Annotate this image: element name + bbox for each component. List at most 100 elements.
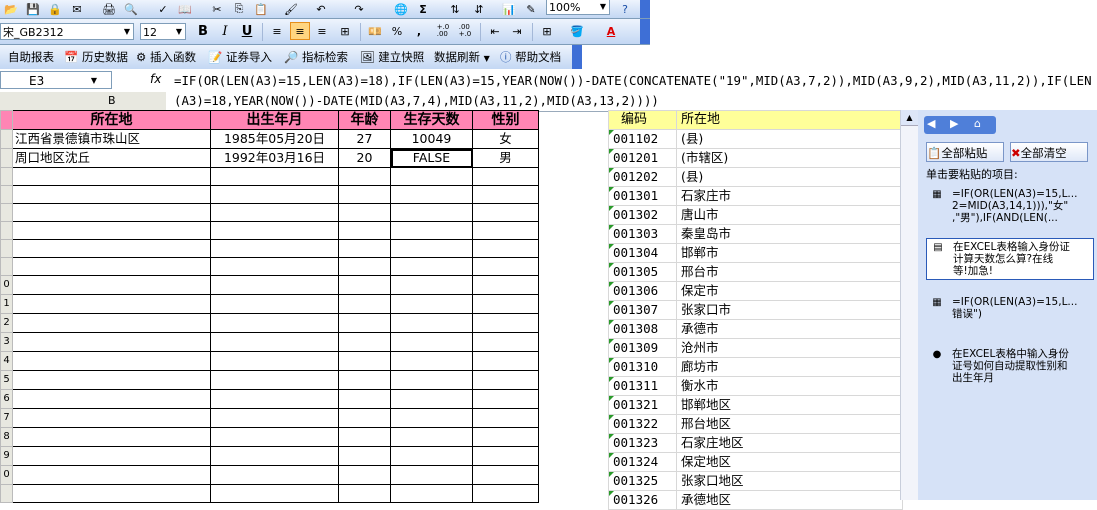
table-cell[interactable]: 001324 — [608, 452, 677, 472]
table-cell[interactable] — [390, 203, 473, 222]
row-header[interactable]: 7 — [0, 408, 13, 428]
home-icon[interactable]: ⌂ — [974, 117, 981, 130]
clear-all-button[interactable]: ✖全部清空 — [1010, 142, 1088, 162]
toolbar-button-data-refresh[interactable]: 数据刷新 ▼ — [434, 48, 490, 66]
table-cell[interactable] — [210, 465, 339, 485]
currency-icon[interactable]: 💴 — [366, 23, 384, 39]
table-cell[interactable]: 001301 — [608, 186, 677, 206]
table-cell[interactable] — [210, 446, 339, 466]
toolbar-options-icon[interactable] — [640, 19, 650, 44]
table-cell[interactable] — [472, 294, 539, 314]
drawing-icon[interactable]: ✎ — [522, 1, 540, 17]
table-cell[interactable]: (市辖区) — [676, 148, 903, 168]
table-cell[interactable] — [338, 257, 391, 276]
name-box[interactable]: E3 ▼ — [0, 71, 112, 89]
row-header[interactable] — [0, 257, 13, 276]
table-cell[interactable] — [390, 294, 473, 314]
table-cell[interactable] — [390, 257, 473, 276]
vertical-scrollbar[interactable]: ▲ — [900, 110, 918, 500]
toolbar-button-history-data[interactable]: 📅 历史数据 — [64, 48, 128, 66]
table-cell[interactable] — [390, 239, 473, 258]
table-cell[interactable]: 1985年05月20日 — [210, 129, 339, 149]
row-header[interactable]: 0 — [0, 465, 13, 485]
font-name-select[interactable]: 宋_GB2312 ▼ — [0, 23, 134, 40]
table-cell[interactable] — [12, 370, 211, 390]
table-cell[interactable]: 001304 — [608, 243, 677, 263]
font-color-button[interactable]: A — [602, 23, 620, 39]
table-cell[interactable] — [12, 257, 211, 276]
print-preview-icon[interactable]: 🔍 — [122, 1, 140, 17]
increase-indent-icon[interactable]: ⇥ — [508, 23, 526, 39]
toolbar-options-icon[interactable] — [572, 45, 582, 69]
row-header[interactable]: 8 — [0, 427, 13, 447]
table-cell[interactable] — [210, 203, 339, 222]
toolbar-button-self-report[interactable]: 自助报表 — [8, 48, 54, 66]
chevron-down-icon[interactable]: ▼ — [121, 24, 133, 39]
table-cell[interactable] — [390, 275, 473, 295]
table-cell[interactable] — [12, 239, 211, 258]
table-cell[interactable] — [12, 275, 211, 295]
table-cell[interactable] — [210, 370, 339, 390]
decrease-indent-icon[interactable]: ⇤ — [486, 23, 504, 39]
table-cell[interactable]: 廊坊市 — [676, 357, 903, 377]
zoom-select[interactable]: 100% ▼ — [546, 0, 610, 15]
cut-icon[interactable]: ✂ — [208, 1, 226, 17]
decrease-decimal-button[interactable]: .00 +.0 — [456, 23, 474, 39]
row-header[interactable]: 6 — [0, 389, 13, 409]
table-cell[interactable]: 001102 — [608, 129, 677, 149]
table-cell[interactable]: 沧州市 — [676, 338, 903, 358]
table-cell[interactable]: 石家庄地区 — [676, 433, 903, 453]
table-cell[interactable] — [472, 370, 539, 390]
table-cell[interactable]: 承德市 — [676, 319, 903, 339]
spelling-icon[interactable]: ✓ — [154, 1, 172, 17]
toolbar-button-help-doc[interactable]: ⓘ 帮助文档 — [500, 48, 561, 66]
table-cell[interactable] — [338, 408, 391, 428]
percent-button[interactable]: % — [388, 23, 406, 39]
row-header[interactable]: 0 — [0, 275, 13, 295]
underline-button[interactable]: U — [238, 23, 256, 39]
column-header-cell[interactable]: 生存天数 — [390, 110, 473, 130]
row-header[interactable]: 1 — [0, 294, 13, 314]
table-cell[interactable] — [210, 167, 339, 186]
table-cell[interactable]: 001310 — [608, 357, 677, 377]
borders-icon[interactable]: ⊞ — [538, 23, 556, 39]
table-cell[interactable] — [210, 257, 339, 276]
table-cell[interactable] — [12, 313, 211, 333]
table-cell[interactable]: (县) — [676, 167, 903, 187]
table-cell[interactable] — [338, 332, 391, 352]
email-icon[interactable]: ✉ — [68, 1, 86, 17]
row-header[interactable]: 3 — [0, 332, 13, 352]
comma-style-button[interactable]: , — [410, 23, 428, 39]
row-header[interactable] — [0, 167, 13, 186]
table-cell[interactable]: 张家口地区 — [676, 471, 903, 491]
clipboard-item[interactable]: ● 在EXCEL表格中输入身份 证号如何自动提取性别和 出生年月 — [930, 348, 1092, 384]
column-header-cell[interactable]: 年龄 — [338, 110, 391, 130]
table-cell[interactable] — [210, 351, 339, 371]
italic-button[interactable]: I — [216, 23, 234, 39]
table-cell[interactable]: 邢台市 — [676, 262, 903, 282]
table-cell[interactable] — [472, 221, 539, 240]
table-cell[interactable]: 001303 — [608, 224, 677, 244]
table-cell[interactable]: 石家庄市 — [676, 186, 903, 206]
table-cell[interactable]: 001202 — [608, 167, 677, 187]
table-cell[interactable]: 唐山市 — [676, 205, 903, 225]
paste-all-button[interactable]: 📋全部粘贴 — [926, 142, 1004, 162]
table-cell[interactable]: 20 — [338, 148, 391, 168]
table-cell[interactable] — [472, 465, 539, 485]
permission-icon[interactable]: 🔒 — [46, 1, 64, 17]
table-cell[interactable] — [12, 185, 211, 204]
row-header[interactable] — [0, 148, 13, 168]
table-cell[interactable]: 女 — [472, 129, 539, 149]
align-center-icon[interactable]: ≡ — [290, 22, 310, 40]
table-cell[interactable] — [12, 332, 211, 352]
open-icon[interactable]: 📂 — [2, 1, 20, 17]
table-cell[interactable] — [390, 427, 473, 447]
table-cell[interactable] — [338, 370, 391, 390]
align-right-icon[interactable]: ≡ — [313, 23, 331, 39]
row-header[interactable] — [0, 203, 13, 222]
table-cell[interactable]: 001323 — [608, 433, 677, 453]
table-cell[interactable]: 秦皇岛市 — [676, 224, 903, 244]
chevron-down-icon[interactable]: ▼ — [91, 72, 97, 90]
back-icon[interactable]: ◀ — [927, 117, 935, 130]
table-cell[interactable] — [12, 389, 211, 409]
